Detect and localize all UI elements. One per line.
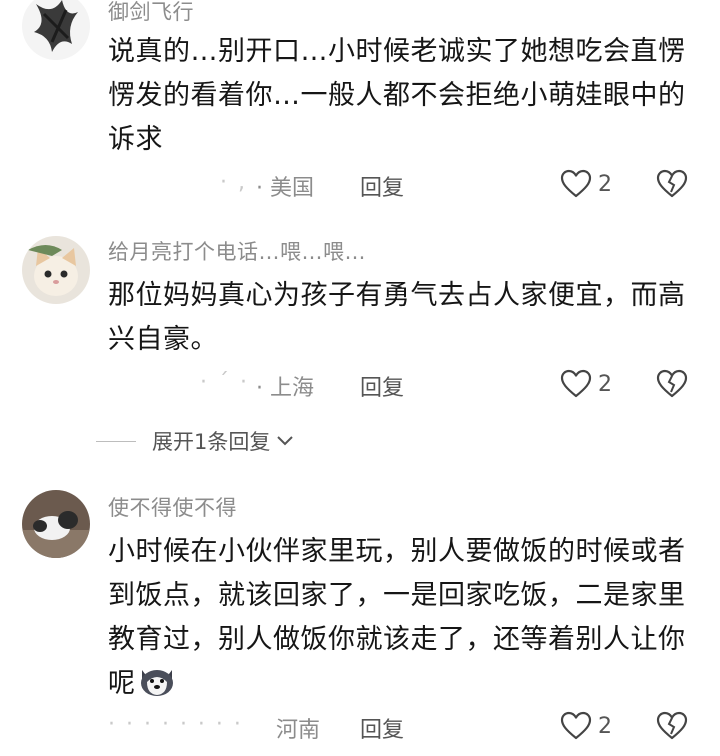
divider	[96, 440, 136, 442]
avatar[interactable]	[22, 236, 90, 304]
heart-outline-icon	[560, 369, 592, 398]
comment-time: · ˊ ·	[200, 370, 249, 395]
like-button[interactable]: 2	[560, 366, 612, 402]
comment-location: · 上海	[256, 376, 314, 401]
dislike-button[interactable]	[656, 366, 688, 402]
reply-button[interactable]: 回复	[360, 370, 404, 402]
comment-username[interactable]: 给月亮打个电话…喂…喂…	[108, 236, 366, 266]
avatar[interactable]	[22, 0, 90, 60]
comment-text-content: 小时候在小伙伴家里玩，别人要做饭的时候或者到饭点，就该回家了，一是回家吃饭，二是…	[108, 536, 686, 699]
like-count: 2	[598, 713, 612, 739]
expand-replies-button[interactable]: 展开1条回复	[96, 424, 294, 458]
husky-dog-emoji-icon	[138, 664, 176, 698]
expand-replies-label: 展开1条回复	[152, 430, 271, 454]
chevron-down-icon	[277, 436, 294, 446]
comment-username[interactable]: 御剑飞行	[108, 0, 194, 26]
like-button[interactable]: 2	[560, 166, 612, 202]
like-count: 2	[598, 371, 612, 397]
comment-text: 说真的…别开口…小时候老诚实了她想吃会直愣愣发的看着你…一般人都不会拒绝小萌娃眼…	[108, 36, 686, 155]
comment-meta: · ˊ · · 上海 回复 2	[108, 366, 700, 402]
comment-time: · ,	[220, 170, 247, 195]
reply-button[interactable]: 回复	[360, 712, 404, 744]
comment-meta: · , · 美国 回复 2	[108, 166, 700, 202]
reply-button[interactable]: 回复	[360, 170, 404, 202]
like-count: 2	[598, 171, 612, 197]
broken-heart-outline-icon	[656, 711, 688, 740]
comment-text: 那位妈妈真心为孩子有勇气去占人家便宜，而高兴自豪。	[108, 280, 686, 355]
broken-heart-outline-icon	[656, 369, 688, 398]
comment-location: 河南	[276, 718, 321, 743]
comment-time: · · · · · · · ·	[108, 712, 243, 737]
heart-outline-icon	[560, 711, 592, 740]
avatar[interactable]	[22, 490, 90, 558]
broken-heart-outline-icon	[656, 169, 688, 198]
dislike-button[interactable]	[656, 166, 688, 202]
dislike-button[interactable]	[656, 708, 688, 744]
comment-text: 小时候在小伙伴家里玩，别人要做饭的时候或者到饭点，就该回家了，一是回家吃饭，二是…	[108, 530, 700, 706]
heart-outline-icon	[560, 169, 592, 198]
comment-meta: · · · · · · · · 河南 回复 2	[108, 708, 700, 744]
comment-username[interactable]: 使不得使不得	[108, 492, 237, 522]
comment-location: · 美国	[256, 176, 314, 201]
like-button[interactable]: 2	[560, 708, 612, 744]
